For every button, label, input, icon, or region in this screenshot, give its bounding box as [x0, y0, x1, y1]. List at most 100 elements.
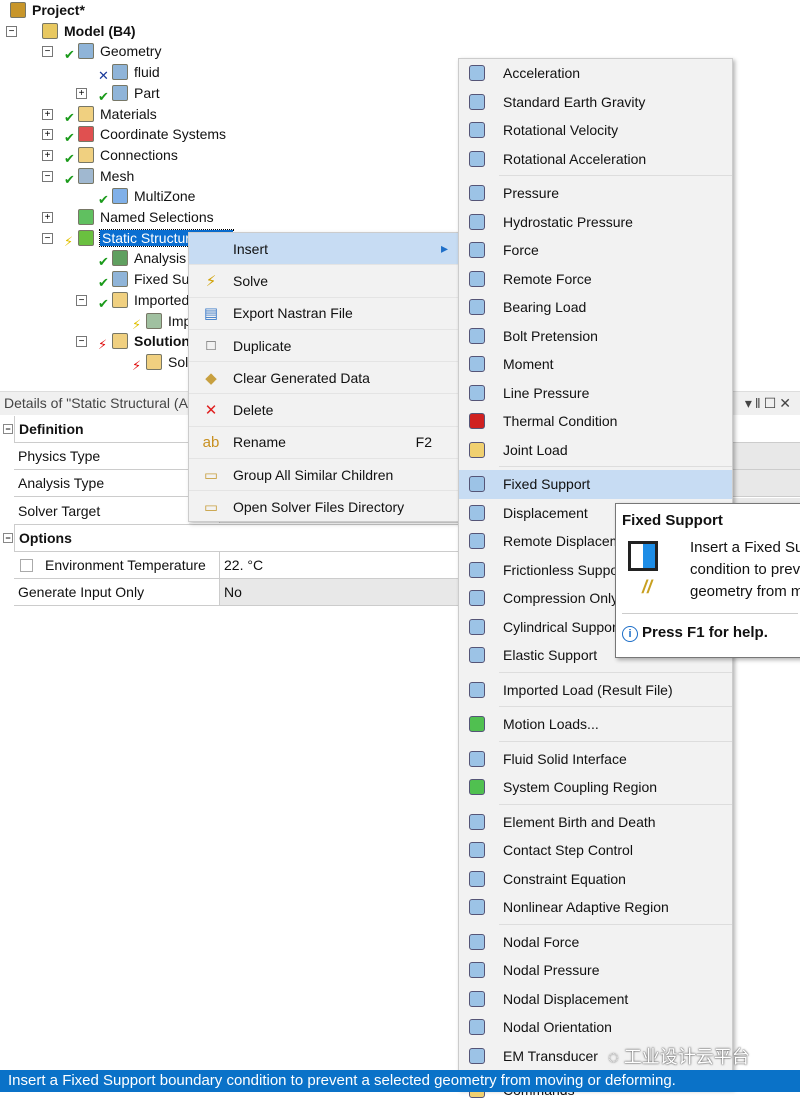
insert-hydrostatic-pressure[interactable]: Hydrostatic Pressure — [459, 208, 732, 237]
menu-item-label: Displacement — [503, 504, 588, 521]
menu-item-label: Nodal Pressure — [503, 962, 600, 979]
insert-force[interactable]: Force — [459, 236, 732, 265]
insert-pressure[interactable]: Pressure — [459, 179, 732, 208]
expand-icon[interactable]: + — [76, 87, 87, 99]
insert-element-birth-and-death[interactable]: Element Birth and Death — [459, 808, 732, 837]
insert-remote-force[interactable]: Remote Force — [459, 265, 732, 294]
insert-rotational-velocity[interactable]: Rotational Velocity — [459, 116, 732, 145]
context-menu-insert[interactable]: Insert ▸ — [189, 233, 458, 266]
tree-item-label: Materials — [100, 105, 157, 122]
insert-bearing-load[interactable]: Bearing Load — [459, 293, 732, 322]
tree-item-label: Model (B4) — [64, 22, 136, 39]
tree-item-label: Connections — [100, 146, 178, 163]
menu-item-label: Open Solver Files Directory — [233, 499, 405, 516]
menu-item-label: Export Nastran File — [233, 305, 353, 322]
insert-thermal-condition[interactable]: Thermal Condition — [459, 407, 732, 436]
insert-rotational-acceleration[interactable]: Rotational Acceleration — [459, 145, 732, 174]
insert-nodal-pressure[interactable]: Nodal Pressure — [459, 956, 732, 985]
fixed-support-icon: // — [624, 537, 664, 597]
menu-item-label: Contact Step Control — [503, 842, 633, 859]
menu-item-label: Thermal Condition — [503, 413, 618, 430]
insert-bolt-pretension[interactable]: Bolt Pretension — [459, 322, 732, 351]
context-menu-duplicate[interactable]: □ Duplicate — [189, 330, 458, 363]
tree-item-part[interactable]: Part — [112, 83, 160, 103]
check-icon: ✔ — [98, 295, 109, 311]
insert-line-pressure[interactable]: Line Pressure — [459, 379, 732, 408]
insert-fluid-solid-interface[interactable]: Fluid Solid Interface — [459, 745, 732, 774]
tree-item-label: MultiZone — [134, 188, 196, 205]
pin-icon[interactable]: ‖ — [755, 395, 764, 411]
tree-item-multizone[interactable]: MultiZone — [112, 186, 195, 206]
moment-icon — [469, 356, 485, 373]
context-menu-delete[interactable]: ✕ Delete — [189, 394, 458, 427]
insert-acceleration[interactable]: Acceleration — [459, 59, 732, 88]
collapse-icon[interactable]: − — [76, 336, 87, 348]
coordinate-systems-icon — [78, 126, 94, 143]
menu-item-label: Nodal Force — [503, 933, 580, 950]
expand-icon[interactable]: + — [42, 129, 53, 141]
insert-nodal-displacement[interactable]: Nodal Displacement — [459, 985, 732, 1014]
property-name: Environment Temperature — [14, 552, 220, 578]
tree-item-project-[interactable]: Project* — [10, 0, 85, 20]
parameter-checkbox[interactable] — [20, 558, 33, 572]
insert-nonlinear-adaptive-region[interactable]: Nonlinear Adaptive Region — [459, 893, 732, 922]
insert-motion-loads-[interactable]: Motion Loads... — [459, 710, 732, 739]
collapse-icon[interactable]: − — [3, 424, 13, 434]
menu-item-label: Imported Load (Result File) — [503, 681, 673, 698]
insert-nodal-force[interactable]: Nodal Force — [459, 928, 732, 957]
tree-item-label: Named Selections — [100, 209, 214, 225]
insert-standard-earth-gravity[interactable]: Standard Earth Gravity — [459, 88, 732, 117]
insert-constraint-equation[interactable]: Constraint Equation — [459, 865, 732, 894]
tree-item-fluid[interactable]: fluid — [112, 62, 160, 82]
collapse-icon[interactable]: − — [76, 294, 87, 306]
insert-nodal-orientation[interactable]: Nodal Orientation — [459, 1013, 732, 1042]
collapse-icon[interactable]: − — [42, 46, 53, 58]
insert-system-coupling-region[interactable]: System Coupling Region — [459, 773, 732, 802]
collapse-icon[interactable]: − — [42, 170, 53, 182]
context-menu-export-nastran-file[interactable]: ▤ Export Nastran File — [189, 298, 458, 330]
check-icon: ✔ — [98, 88, 109, 104]
maximize-icon[interactable]: ☐ — [764, 395, 780, 411]
close-icon[interactable]: ✕ — [779, 395, 794, 411]
tree-item-connections[interactable]: Connections — [78, 145, 178, 165]
expand-icon[interactable]: + — [42, 212, 53, 223]
check-icon: ✔ — [64, 130, 75, 146]
dropdown-icon[interactable]: ▾ — [745, 395, 755, 411]
tree-item-geometry[interactable]: Geometry — [78, 41, 161, 61]
insert-moment[interactable]: Moment — [459, 350, 732, 379]
context-menu-group-all-similar-children[interactable]: ▭ Group All Similar Children — [189, 459, 458, 492]
expand-icon[interactable]: + — [42, 108, 53, 120]
collapse-icon[interactable]: − — [3, 532, 13, 543]
menu-item-label: Nodal Displacement — [503, 990, 629, 1007]
x-icon: ✕ — [98, 68, 109, 84]
remote-displacement-icon — [469, 533, 485, 550]
context-menu-solve[interactable]: ⚡ Solve — [189, 265, 458, 298]
collapse-icon[interactable]: − — [42, 232, 53, 244]
context-menu-rename[interactable]: ab Rename F2 — [189, 427, 458, 460]
duplicate-icon: □ — [206, 337, 216, 355]
rotational-acceleration-icon — [469, 150, 485, 167]
submenu-arrow-icon: ▸ — [440, 240, 448, 257]
property-label: Generate Input Only — [18, 584, 145, 601]
insert-fixed-support[interactable]: Fixed Support — [459, 470, 732, 499]
group-label: Options — [19, 529, 72, 546]
tooltip-title: Fixed Support — [622, 512, 723, 529]
insert-joint-load[interactable]: Joint Load — [459, 436, 732, 465]
tree-item-named-selections[interactable]: Named Selections — [78, 207, 214, 227]
tree-item-materials[interactable]: Materials — [78, 104, 157, 124]
watermark: ◌ 工业设计云平台 — [608, 1047, 750, 1067]
tooltip-body: Insert a Fixed Support boundary conditio… — [690, 539, 800, 600]
property-label: Solver Target — [18, 502, 101, 519]
open-folder-icon: ▭ — [203, 499, 219, 517]
context-menu: Insert ▸ ⚡ Solve ▤ Export Nastran File □ Duplic… — [188, 232, 459, 524]
insert-imported-load-result-file-[interactable]: Imported Load (Result File) — [459, 676, 732, 705]
menu-item-label: Delete — [233, 402, 274, 419]
tree-item-model-b4-[interactable]: Model (B4) — [42, 21, 136, 41]
context-menu-open-solver-files-directory[interactable]: ▭ Open Solver Files Directory — [189, 491, 458, 524]
tree-item-coordinate-systems[interactable]: Coordinate Systems — [78, 124, 226, 144]
context-menu-clear-generated-data[interactable]: ◆ Clear Generated Data — [189, 362, 458, 395]
collapse-icon[interactable]: − — [6, 25, 17, 37]
insert-contact-step-control[interactable]: Contact Step Control — [459, 836, 732, 865]
tree-item-mesh[interactable]: Mesh — [78, 166, 134, 186]
expand-icon[interactable]: + — [42, 149, 53, 161]
